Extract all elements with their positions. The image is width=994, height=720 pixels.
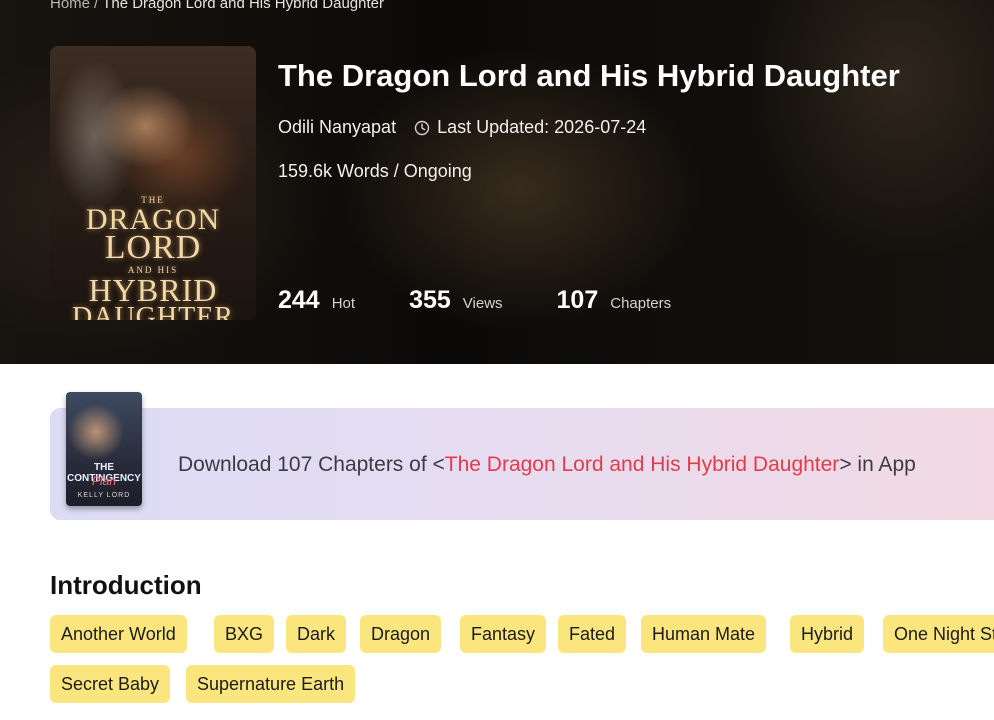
tag-dark[interactable]: Dark xyxy=(286,615,347,653)
promo-book-stack: THE CONTINGENCY Plan KELLY LORD xyxy=(66,392,166,508)
breadcrumb-separator: / xyxy=(94,0,99,12)
banner-suffix: > in App xyxy=(839,453,916,476)
tag-supernature-earth[interactable]: Supernature Earth xyxy=(186,665,356,703)
stat-chapters: 107 Chapters xyxy=(557,286,672,315)
tag-another-world[interactable]: Another World xyxy=(50,615,187,653)
stat-views-value: 355 xyxy=(409,286,451,314)
tag-one-night-stand[interactable]: One Night Stand xyxy=(883,615,994,653)
last-updated: Last Updated: 2026-07-24 xyxy=(437,117,647,137)
tag-secret-baby[interactable]: Secret Baby xyxy=(50,665,171,703)
book-hero: Home / The Dragon Lord and His Hybrid Daug… xyxy=(0,0,994,364)
stat-views: 355 Views xyxy=(409,286,502,315)
breadcrumb-current: The Dragon Lord and His Hybrid Daughter xyxy=(102,0,385,12)
stat-chapters-label: Chapters xyxy=(610,295,672,312)
stat-hot-label: Hot xyxy=(331,295,356,312)
clock-icon xyxy=(414,120,430,135)
tag-fantasy[interactable]: Fantasy xyxy=(460,615,547,653)
breadcrumb-home-link[interactable]: Home xyxy=(50,0,90,12)
book-meta: Odili Nanyapat Last Updated: 2026-07-24 xyxy=(278,117,646,138)
book-stats: 244 Hot 355 Views 107 Chapters xyxy=(278,286,725,315)
download-banner-text[interactable]: Download 107 Chapters of <The Dragon Lor… xyxy=(178,453,916,477)
tag-bxg[interactable]: BXG xyxy=(214,615,275,653)
introduction-heading: Introduction xyxy=(50,570,202,600)
book-cover[interactable]: THE DRAGON LORD AND HIS HYBRID DAUGHTER xyxy=(50,46,256,320)
tag-human-mate[interactable]: Human Mate xyxy=(641,615,767,653)
tag-fated[interactable]: Fated xyxy=(558,615,627,653)
promo-book-front: THE CONTINGENCY Plan KELLY LORD xyxy=(66,392,142,506)
stat-views-label: Views xyxy=(462,295,503,312)
cover-title-art: THE DRAGON LORD AND HIS HYBRID DAUGHTER xyxy=(72,195,234,320)
stat-hot-value: 244 xyxy=(278,286,320,314)
tag-dragon[interactable]: Dragon xyxy=(360,615,442,653)
banner-prefix: Download 107 Chapters of < xyxy=(178,453,445,476)
book-title: The Dragon Lord and His Hybrid Daughter xyxy=(278,58,900,93)
stat-hot: 244 Hot xyxy=(278,286,355,315)
word-count-status: 159.6k Words / Ongoing xyxy=(278,161,472,181)
tag-hybrid[interactable]: Hybrid xyxy=(790,615,865,653)
author-link[interactable]: Odili Nanyapat xyxy=(278,117,396,138)
breadcrumb: Home / The Dragon Lord and His Hybrid Daug… xyxy=(50,0,384,12)
banner-book-title: The Dragon Lord and His Hybrid Daughter xyxy=(444,453,840,476)
stat-chapters-value: 107 xyxy=(556,286,599,314)
